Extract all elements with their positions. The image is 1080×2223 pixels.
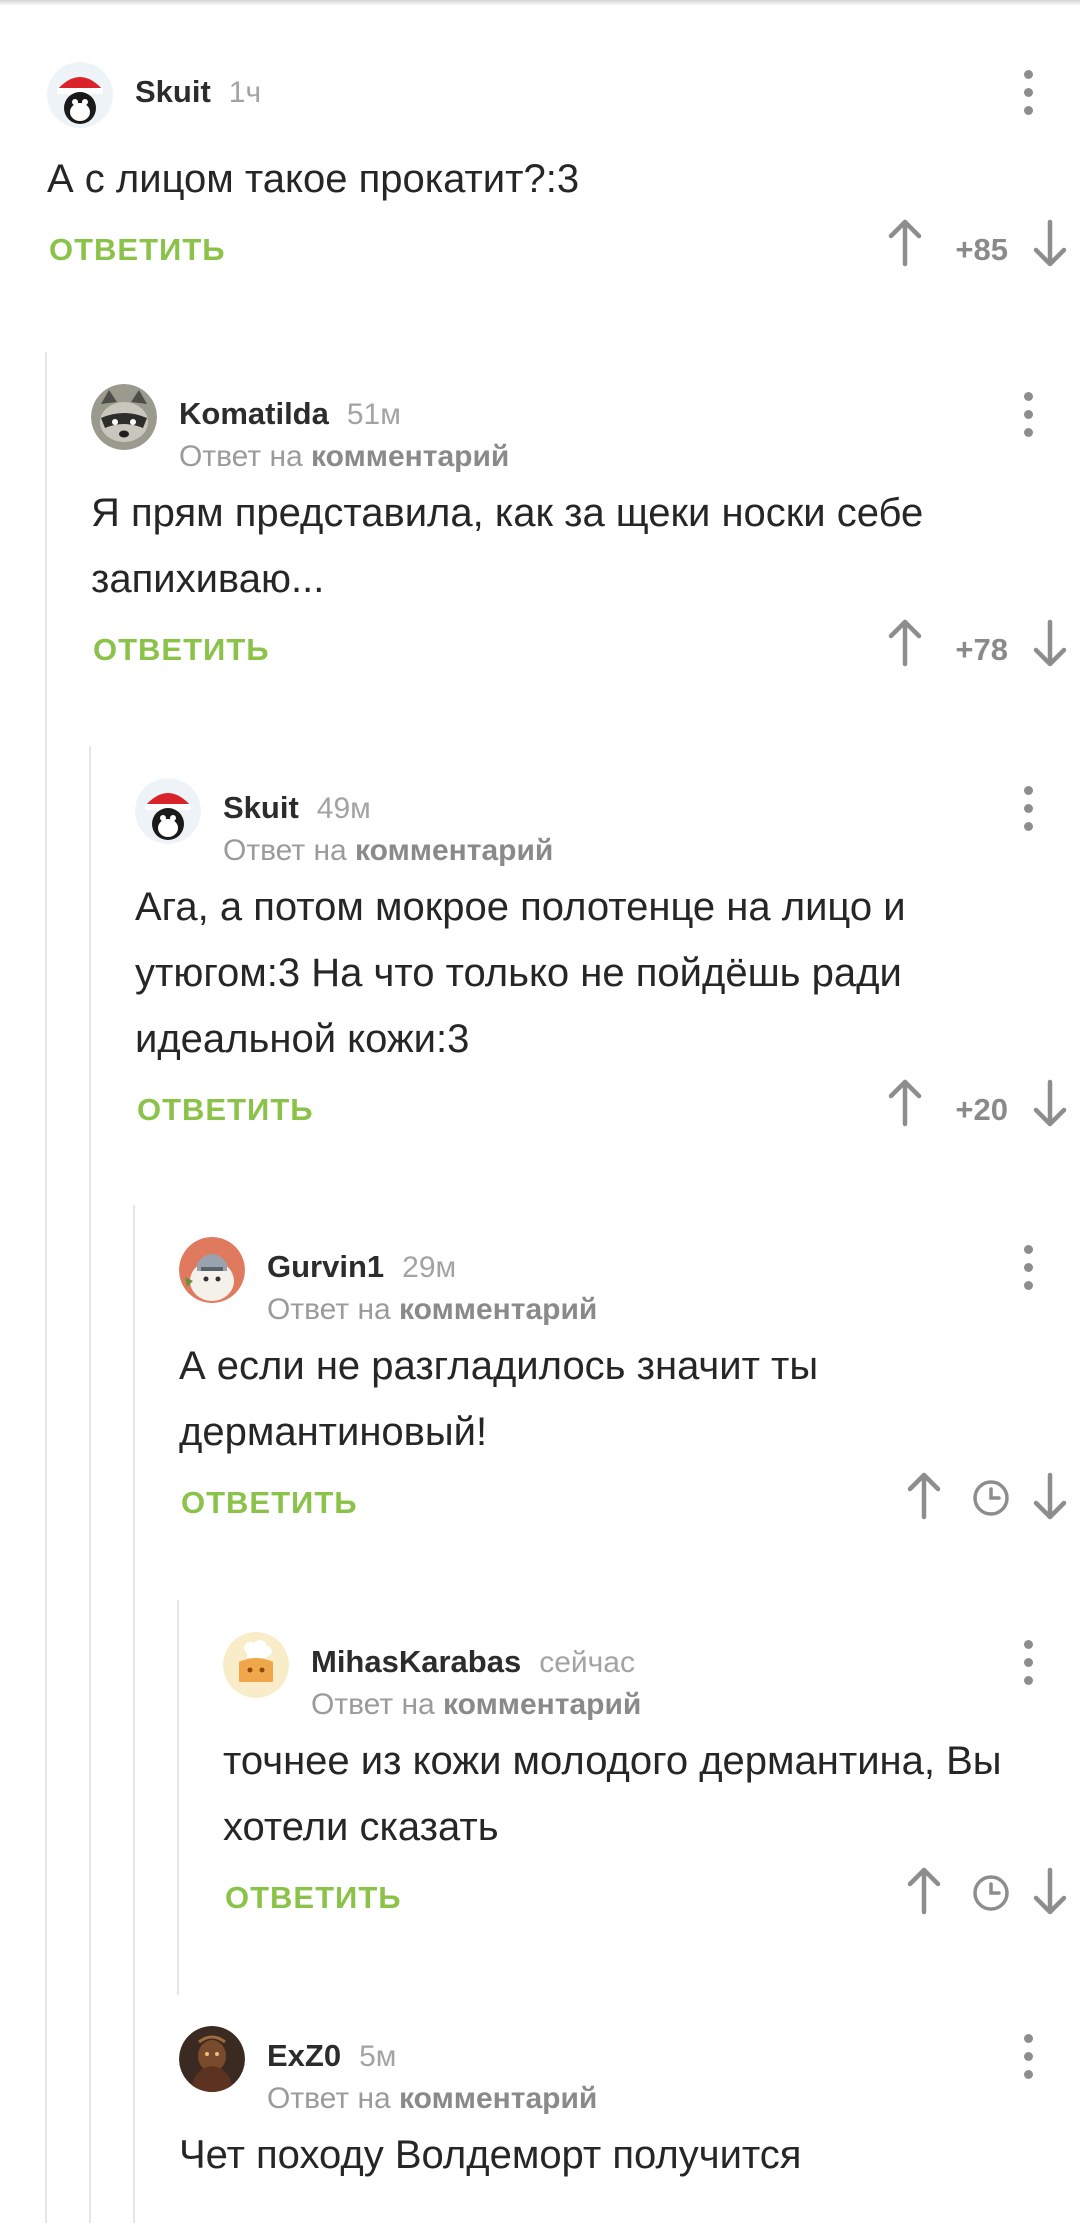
comment-time: 1ч — [228, 76, 262, 109]
comment-text: Я прям представила, как за щеки носки се… — [91, 491, 924, 601]
reply-to-link[interactable]: Ответ на комментарий — [311, 1688, 641, 1722]
more-options-icon[interactable] — [1024, 1640, 1034, 1686]
comment-actions: ОТВЕТИТЬ +85 — [47, 212, 1080, 282]
arrow-down-icon[interactable] — [1030, 1471, 1070, 1521]
comment-header: ExZ0 5м Ответ на комментарий — [179, 2026, 1080, 2116]
comment-text: Ага, а потом мокрое полотенце на лицо и … — [135, 885, 906, 1061]
arrow-up-icon[interactable] — [885, 1078, 925, 1128]
top-shadow — [0, 0, 1080, 6]
thread-line[interactable] — [45, 352, 47, 2223]
comment-header: Skuit 1ч — [47, 62, 1080, 152]
comment-time: 5м — [359, 2040, 397, 2073]
arrow-up-icon[interactable] — [885, 218, 925, 268]
comment: Komatilda 51м Ответ на комментарий Я прям… — [91, 384, 1080, 682]
rating-value: +85 — [955, 232, 1008, 267]
more-options-icon[interactable] — [1024, 70, 1034, 116]
clock-icon — [973, 1875, 1009, 1911]
reply-button[interactable]: ОТВЕТИТЬ — [93, 632, 270, 668]
more-options-icon[interactable] — [1024, 392, 1034, 438]
arrow-up-icon[interactable] — [904, 1866, 944, 1916]
chef-avatar[interactable] — [223, 1632, 289, 1698]
comment-time: 51м — [346, 398, 401, 431]
more-options-icon[interactable] — [1024, 786, 1034, 832]
arrow-up-icon[interactable] — [885, 618, 925, 668]
rating-value: +20 — [955, 1092, 1008, 1127]
comment-actions: ОТВЕТИТЬ — [179, 1465, 1080, 1535]
comment-username[interactable]: Gurvin1 29м — [267, 1249, 456, 1285]
arrow-down-icon[interactable] — [1030, 218, 1070, 268]
comment-time: 29м — [402, 1251, 457, 1284]
comment-text: точнее из кожи молодого дермантина, Вы х… — [223, 1739, 1002, 1849]
comment-text: А с лицом такое прокатит?:3 — [47, 157, 580, 201]
more-options-icon[interactable] — [1024, 2034, 1034, 2080]
reply-to-link[interactable]: Ответ на комментарий — [179, 440, 509, 474]
comment: ExZ0 5м Ответ на комментарий Чет походу В… — [179, 2026, 1080, 2188]
reply-button[interactable]: ОТВЕТИТЬ — [137, 1092, 314, 1128]
knight-avatar[interactable] — [179, 1237, 245, 1303]
comment-text: А если не разгладилось значит ты дермант… — [179, 1344, 819, 1454]
comment-time: сейчас — [539, 1646, 635, 1679]
clock-icon — [973, 1480, 1009, 1516]
comment: Gurvin1 29м Ответ на комментарий А если н… — [179, 1237, 1080, 1535]
reply-to-link[interactable]: Ответ на комментарий — [267, 2082, 597, 2116]
reply-to-link[interactable]: Ответ на комментарий — [267, 1293, 597, 1327]
reply-button[interactable]: ОТВЕТИТЬ — [225, 1880, 402, 1916]
reply-button[interactable]: ОТВЕТИТЬ — [181, 1485, 358, 1521]
more-options-icon[interactable] — [1024, 1245, 1034, 1291]
thread-line[interactable] — [89, 746, 91, 2223]
comment: MihasKarabas сейчас Ответ на комментарий … — [223, 1632, 1080, 1930]
reply-to-link[interactable]: Ответ на комментарий — [223, 834, 553, 868]
comment-actions: ОТВЕТИТЬ +78 — [91, 612, 1080, 682]
comment: Skuit 49м Ответ на комментарий Ага, а пот… — [135, 778, 1080, 1142]
comment-header: Skuit 49м Ответ на комментарий — [135, 778, 1080, 868]
thread-line[interactable] — [177, 1600, 179, 1995]
comment-header: Gurvin1 29м Ответ на комментарий — [179, 1237, 1080, 1327]
comment-time: 49м — [316, 792, 371, 825]
dark-avatar[interactable] — [179, 2026, 245, 2092]
comment: Skuit 1ч А с лицом такое прокатит?:3 ОТВЕ… — [47, 62, 1080, 282]
arrow-down-icon[interactable] — [1030, 618, 1070, 668]
comment-actions: ОТВЕТИТЬ — [223, 1860, 1080, 1930]
reply-button[interactable]: ОТВЕТИТЬ — [49, 232, 226, 268]
comment-username[interactable]: ExZ0 5м — [267, 2038, 396, 2074]
thread-line[interactable] — [133, 1205, 135, 2223]
arrow-up-icon[interactable] — [904, 1471, 944, 1521]
comment-text: Чет походу Волдеморт получится — [179, 2133, 802, 2177]
arrow-down-icon[interactable] — [1030, 1078, 1070, 1128]
mascot-avatar[interactable] — [47, 62, 113, 128]
raccoon-avatar[interactable] — [91, 384, 157, 450]
arrow-down-icon[interactable] — [1030, 1866, 1070, 1916]
comment-username[interactable]: Skuit 49м — [223, 790, 371, 826]
comment-header: MihasKarabas сейчас Ответ на комментарий — [223, 1632, 1080, 1722]
comment-username[interactable]: MihasKarabas сейчас — [311, 1644, 635, 1680]
mascot-avatar[interactable] — [135, 778, 201, 844]
comment-username[interactable]: Skuit 1ч — [135, 74, 261, 110]
comment-username[interactable]: Komatilda 51м — [179, 396, 401, 432]
rating-value: +78 — [955, 632, 1008, 667]
comment-actions: ОТВЕТИТЬ +20 — [135, 1072, 1080, 1142]
comment-header: Komatilda 51м Ответ на комментарий — [91, 384, 1080, 474]
